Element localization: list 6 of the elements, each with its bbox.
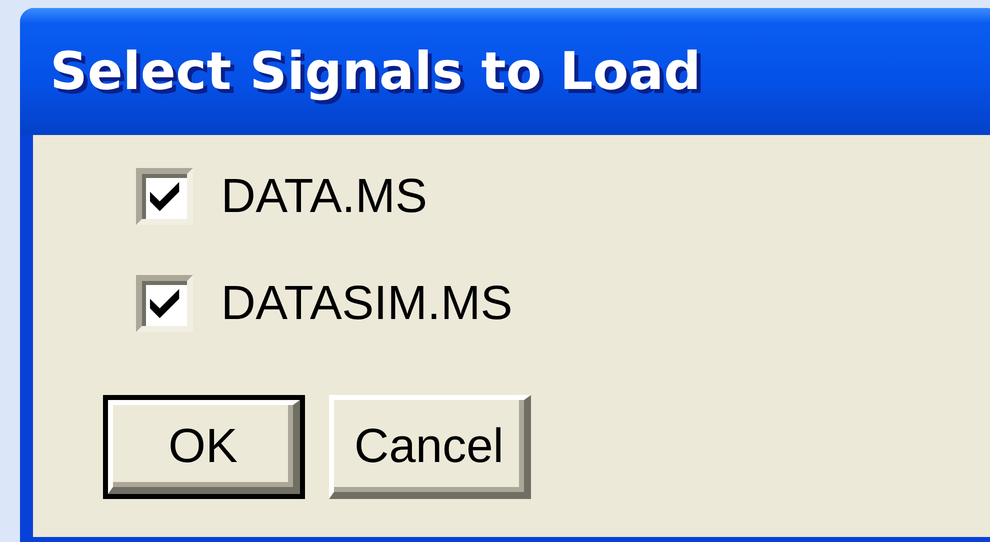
checkbox[interactable] (136, 168, 193, 225)
checkbox-label: DATA.MS (221, 169, 428, 224)
checkbox-label: DATASIM.MS (221, 276, 513, 331)
checkbox[interactable] (136, 275, 193, 332)
dialog-button[interactable]: Cancel (329, 395, 531, 499)
window-title: Select Signals to Load (50, 42, 701, 102)
